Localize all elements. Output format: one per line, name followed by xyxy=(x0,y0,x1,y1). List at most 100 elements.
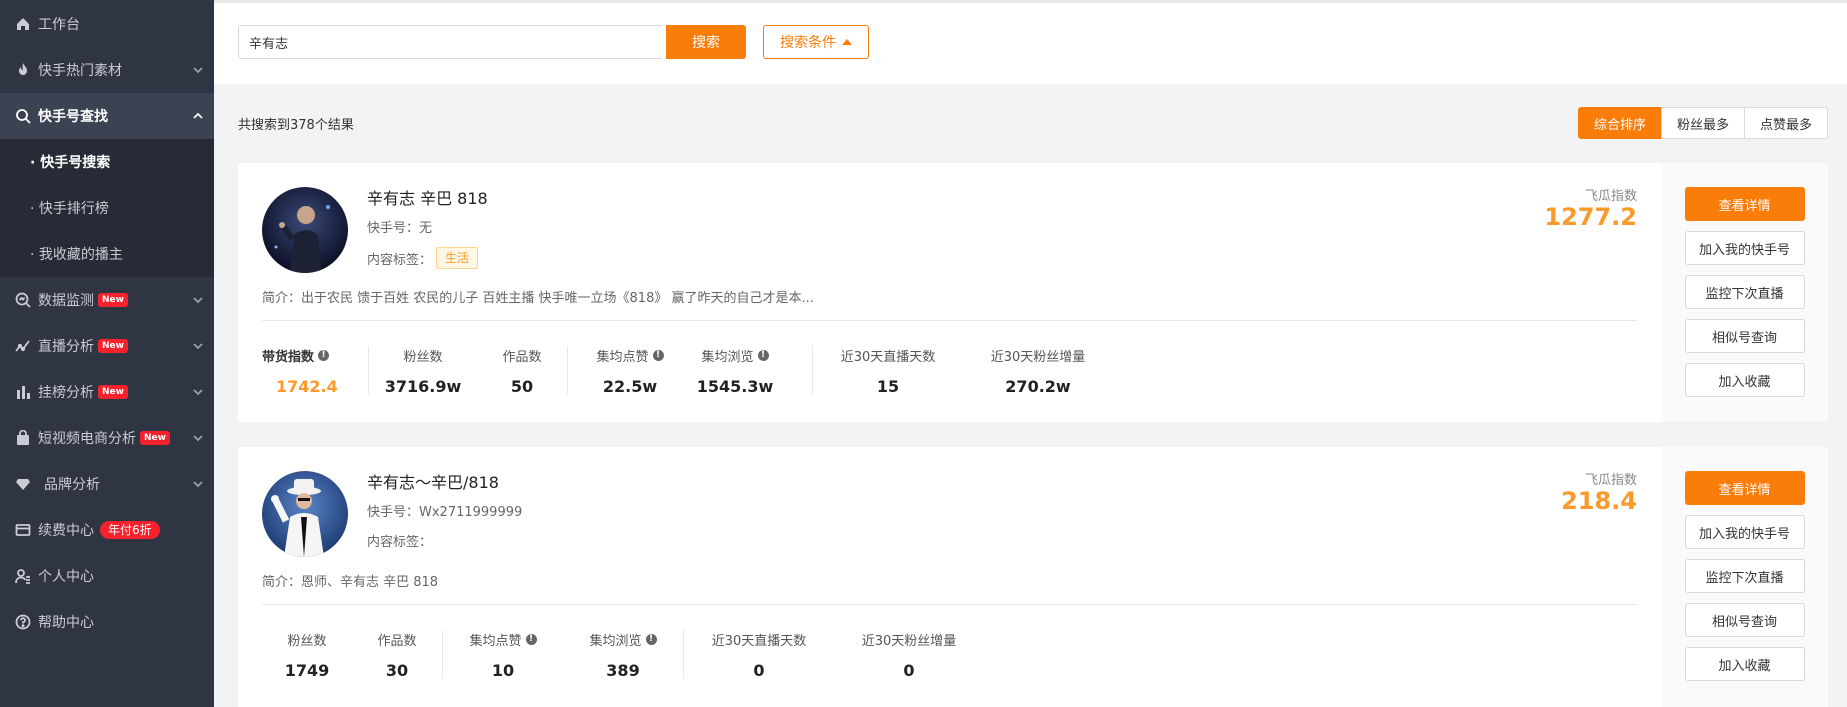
new-badge: New xyxy=(98,293,128,307)
stat-value: 389 xyxy=(606,661,640,680)
sidebar-item-ecommerce-analysis[interactable]: 短视频电商分析 New xyxy=(0,415,214,461)
info-icon[interactable]: ! xyxy=(318,350,330,361)
search-conditions-button[interactable]: 搜索条件 xyxy=(763,25,869,59)
stat-label: 集均浏览! xyxy=(701,346,769,365)
account-intro: 简介：恩师、辛有志 辛巴 818 xyxy=(262,575,439,590)
sidebar-item-personal[interactable]: 个人中心 xyxy=(0,553,214,599)
content-tags: 内容标签： 生活 xyxy=(367,247,479,269)
similar-accounts-button[interactable]: 相似号查询 xyxy=(1684,603,1805,637)
sidebar-item-hot-materials[interactable]: 快手热门素材 xyxy=(0,47,214,93)
stat-value: 1749 xyxy=(284,661,330,680)
account-intro: 简介：出于农民 馈于百姓 农民的儿子 百姓主播 快手唯一立场《818》 赢了昨天… xyxy=(262,291,814,306)
stat-value: 22.5w xyxy=(602,377,658,396)
account-id: 快手号：无 xyxy=(367,221,433,236)
search-input[interactable] xyxy=(238,25,662,59)
stat-label: 集均浏览! xyxy=(589,630,657,649)
sidebar-item-workbench[interactable]: 工作台 xyxy=(0,0,214,47)
chevron-down-icon xyxy=(192,294,204,306)
info-icon[interactable]: ! xyxy=(652,350,664,361)
stat-avg-likes: 集均点赞! 22.5w xyxy=(568,346,692,396)
sort-most-likes[interactable]: 点赞最多 xyxy=(1743,107,1828,139)
view-details-button[interactable]: 查看详情 xyxy=(1684,187,1805,221)
sidebar-subitem-favorites[interactable]: · 我收藏的播主 xyxy=(0,231,214,277)
card-icon xyxy=(14,521,32,539)
similar-accounts-button[interactable]: 相似号查询 xyxy=(1684,319,1805,353)
new-badge: New xyxy=(140,431,170,445)
sidebar-item-help[interactable]: 帮助中心 xyxy=(0,599,214,645)
divider xyxy=(262,604,1637,605)
sidebar-item-live-analysis[interactable]: 直播分析 New xyxy=(0,323,214,369)
stat-label: 近30天粉丝增量 xyxy=(990,350,1086,365)
sidebar-item-label: 直播分析 xyxy=(38,339,94,355)
stat-label: 近30天直播天数 xyxy=(711,634,807,649)
stat-works: 作品数 50 xyxy=(477,346,567,396)
sidebar-item-data-monitor[interactable]: 数据监测 New xyxy=(0,277,214,323)
feigua-index-value: 218.4 xyxy=(1561,487,1637,515)
sidebar-item-label: 挂榜分析 xyxy=(38,385,94,401)
account-name[interactable]: 辛有志～辛巴/818 xyxy=(367,469,499,493)
sidebar-item-label: 品牌分析 xyxy=(44,477,100,493)
sidebar-item-label: 续费中心 xyxy=(38,523,94,539)
stat-label: 作品数 xyxy=(502,350,542,365)
stat-avg-views: 集均浏览! 1545.3w xyxy=(692,346,778,396)
new-badge: New xyxy=(98,385,128,399)
search-icon xyxy=(14,107,32,125)
stat-live-days: 近30天直播天数 0 xyxy=(684,630,834,680)
fire-icon xyxy=(14,61,32,79)
sidebar-item-label: 工作台 xyxy=(38,16,80,33)
view-details-button[interactable]: 查看详情 xyxy=(1684,471,1805,505)
monitor-next-live-button[interactable]: 监控下次直播 xyxy=(1684,559,1805,593)
chevron-down-icon xyxy=(192,478,204,490)
account-name[interactable]: 辛有志 辛巴 818 xyxy=(367,185,488,209)
stat-works: 作品数 30 xyxy=(352,630,442,680)
sidebar: 工作台 快手热门素材 快手号查找 · 快手号搜索 · 快手排行榜 · 我收藏的播… xyxy=(0,0,214,707)
search-button[interactable]: 搜索 xyxy=(666,25,746,59)
info-icon[interactable]: ! xyxy=(757,350,769,361)
trend-icon xyxy=(14,337,32,355)
monitor-next-live-button[interactable]: 监控下次直播 xyxy=(1684,275,1805,309)
stat-value: 3716.9w xyxy=(384,377,462,396)
new-badge: New xyxy=(98,339,128,353)
sort-comprehensive[interactable]: 综合排序 xyxy=(1577,107,1662,139)
card-main: 辛有志～辛巴/818 快手号：Wx2711999999 内容标签： 简介：恩师、… xyxy=(238,447,1661,707)
result-count: 共搜索到378个结果 xyxy=(238,118,354,133)
stat-avg-likes: 集均点赞! 10 xyxy=(443,630,563,680)
sidebar-subitem-label: · 快手排行榜 xyxy=(30,201,109,217)
sidebar-item-account-search[interactable]: 快手号查找 xyxy=(0,93,214,139)
result-card: 辛有志 辛巴 818 快手号：无 内容标签： 生活 简介：出于农民 馈于百姓 农… xyxy=(238,163,1828,422)
sidebar-item-ranking-analysis[interactable]: 挂榜分析 New xyxy=(0,369,214,415)
add-favorite-button[interactable]: 加入收藏 xyxy=(1684,363,1805,397)
add-my-account-button[interactable]: 加入我的快手号 xyxy=(1684,231,1805,265)
feigua-index-label: 飞瓜指数 xyxy=(1584,473,1637,488)
stat-value: 0 xyxy=(753,661,765,680)
sidebar-item-label: 帮助中心 xyxy=(38,615,94,631)
stat-sales-index: 带货指数! 1742.4 xyxy=(262,346,352,396)
result-card: 辛有志～辛巴/818 快手号：Wx2711999999 内容标签： 简介：恩师、… xyxy=(238,447,1828,707)
add-favorite-button[interactable]: 加入收藏 xyxy=(1684,647,1805,681)
info-icon[interactable]: ! xyxy=(525,634,537,645)
monitor-search-icon xyxy=(14,291,32,309)
sidebar-item-renewal[interactable]: 续费中心 年付6折 xyxy=(0,507,214,553)
info-icon[interactable]: ! xyxy=(645,634,657,645)
chevron-down-icon xyxy=(192,340,204,352)
stat-label: 粉丝数 xyxy=(403,350,443,365)
stat-live-days: 近30天直播天数 15 xyxy=(813,346,963,396)
sidebar-item-brand-analysis[interactable]: 品牌分析 xyxy=(0,461,214,507)
sidebar-item-label: 快手号查找 xyxy=(38,109,108,125)
stats-row: 粉丝数 1749 作品数 30 集均点赞! 10 集均浏览! 389 近30天直… xyxy=(262,630,984,680)
card-main: 辛有志 辛巴 818 快手号：无 内容标签： 生活 简介：出于农民 馈于百姓 农… xyxy=(238,163,1661,422)
home-icon xyxy=(14,15,32,33)
sidebar-subitem-account-search[interactable]: · 快手号搜索 xyxy=(0,139,214,185)
diamond-icon xyxy=(14,475,32,493)
add-my-account-button[interactable]: 加入我的快手号 xyxy=(1684,515,1805,549)
sidebar-item-label: 个人中心 xyxy=(38,569,94,585)
search-conditions-label: 搜索条件 xyxy=(780,35,836,51)
feigua-index-value: 1277.2 xyxy=(1544,203,1637,231)
avatar[interactable] xyxy=(262,187,348,273)
stat-value: 15 xyxy=(876,377,900,396)
sidebar-subitem-ranking[interactable]: · 快手排行榜 xyxy=(0,185,214,231)
sidebar-subitem-label: · 我收藏的播主 xyxy=(30,247,123,263)
sort-most-fans[interactable]: 粉丝最多 xyxy=(1660,107,1745,139)
avatar[interactable] xyxy=(262,471,348,557)
shopping-bag-icon xyxy=(14,429,32,447)
